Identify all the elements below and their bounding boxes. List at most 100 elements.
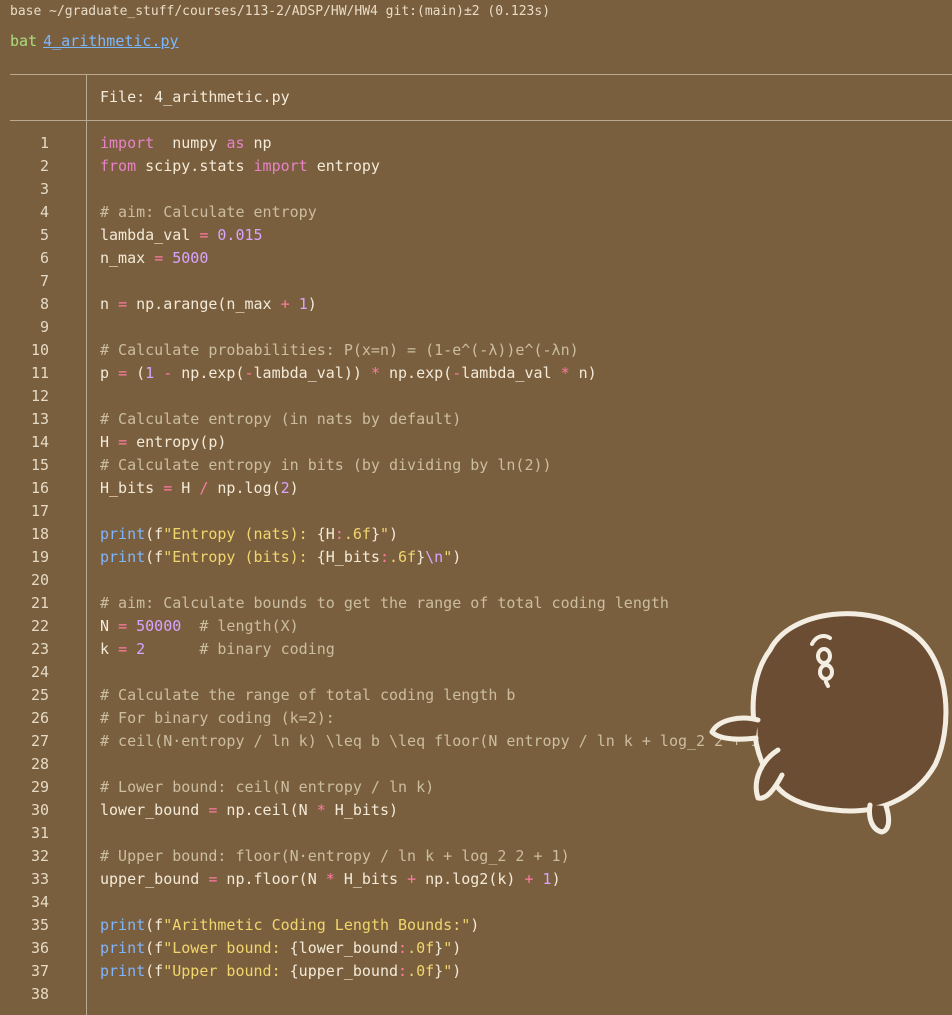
line-number: 9 <box>39 318 49 336</box>
code-token: numpy <box>154 134 227 152</box>
code-token: {lower_bound <box>289 939 399 957</box>
line-number: 28 <box>30 755 49 773</box>
code-line: 35 print(f"Arithmetic Coding Length Bound… <box>0 914 952 937</box>
code-token: H_bits <box>100 479 164 497</box>
code-line: 37 print(f"Upper bound: {upper_bound:.0f}… <box>0 960 952 983</box>
command-name: bat <box>10 32 38 50</box>
code-line: 8 n = np.arange(n_max + 1) <box>0 293 952 316</box>
code-token: # Calculate entropy (in nats by default) <box>100 410 462 428</box>
code-token: (f <box>145 962 164 980</box>
line-number: 37 <box>30 962 49 980</box>
code-token: .6f <box>389 548 417 566</box>
code-token: : <box>334 525 344 543</box>
code-text: k = 2 # binary coding <box>100 638 335 661</box>
line-number: 8 <box>39 295 49 313</box>
code-token: print <box>100 525 146 543</box>
code-token: lambda_val <box>461 364 561 382</box>
code-token: "Entropy (bits): <box>163 548 317 566</box>
code-token: N <box>100 617 119 635</box>
code-token: "Entropy (nats): <box>163 525 317 543</box>
code-token: print <box>100 548 146 566</box>
code-text: n = np.arange(n_max + 1) <box>100 293 317 316</box>
code-text: lambda_val = 0.015 <box>100 224 263 247</box>
code-token: H_bits) <box>325 801 399 819</box>
code-token: ) <box>289 479 299 497</box>
code-token: .0f <box>407 962 435 980</box>
code-token: upper_bound <box>100 870 209 888</box>
line-number: 12 <box>30 387 49 405</box>
line-number: 26 <box>30 709 49 727</box>
code-line: 1 import numpy as np <box>0 132 952 155</box>
code-token: - <box>163 364 173 382</box>
code-text: # aim: Calculate entropy <box>100 201 317 224</box>
code-text: # Calculate entropy (in nats by default) <box>100 408 461 431</box>
code-token: - <box>244 364 254 382</box>
code-token: # Upper bound: floor(N·entropy / ln k + … <box>100 847 570 865</box>
code-token: = <box>118 295 128 313</box>
code-token: lambda_val)) <box>253 364 371 382</box>
line-number: 24 <box>30 663 49 681</box>
line-number: 22 <box>30 617 49 635</box>
code-text: H_bits = H / np.log(2) <box>100 477 299 500</box>
line-number: 35 <box>30 916 49 934</box>
line-number: 6 <box>39 249 49 267</box>
header-top-rule <box>10 74 952 75</box>
code-token: * <box>316 801 326 819</box>
code-token: from <box>100 157 137 175</box>
code-token: {upper_bound <box>289 962 399 980</box>
code-token: "Arithmetic Coding Length Bounds:" <box>163 916 471 934</box>
code-token: # Calculate entropy in bits (by dividing… <box>100 456 552 474</box>
code-line: 6 n_max = 5000 <box>0 247 952 270</box>
line-number: 7 <box>39 272 49 290</box>
line-number: 2 <box>39 157 49 175</box>
code-token: ) <box>452 939 462 957</box>
code-line: 7 <box>0 270 952 293</box>
code-token: \n <box>425 548 444 566</box>
line-number: 5 <box>39 226 49 244</box>
code-text: # ceil(N·entropy / ln k) \leq b \leq flo… <box>100 730 768 753</box>
code-line: 20 <box>0 569 952 592</box>
code-line: 13 # Calculate entropy (in nats by defaul… <box>0 408 952 431</box>
code-token: 2 <box>136 640 146 658</box>
code-line: 19 print(f"Entropy (bits): {H_bits:.6f}\n… <box>0 546 952 569</box>
line-number: 27 <box>30 732 49 750</box>
code-token: ) <box>389 525 399 543</box>
code-token: " <box>379 525 389 543</box>
line-number: 33 <box>30 870 49 888</box>
code-token: 1 <box>298 295 308 313</box>
code-text: import numpy as np <box>100 132 272 155</box>
code-text: from scipy.stats import entropy <box>100 155 380 178</box>
command-filename-link[interactable]: 4_arithmetic.py <box>43 32 178 50</box>
code-token: 2 <box>280 479 290 497</box>
mascot-sticker <box>709 611 949 835</box>
header-bottom-rule <box>10 120 952 121</box>
line-number: 31 <box>30 824 49 842</box>
command-line: bat 4_arithmetic.py <box>10 32 179 50</box>
code-line: 34 <box>0 891 952 914</box>
code-token: (f <box>145 916 164 934</box>
code-token: = <box>118 364 128 382</box>
line-number: 4 <box>39 203 49 221</box>
code-token: 1 <box>542 870 552 888</box>
code-token: " <box>443 939 453 957</box>
code-token: # aim: Calculate entropy <box>100 203 317 221</box>
code-token: np.log2(k) <box>416 870 525 888</box>
code-token: 0.015 <box>217 226 263 244</box>
code-line: 14 H = entropy(p) <box>0 431 952 454</box>
line-number: 38 <box>30 985 49 1003</box>
line-number: 16 <box>30 479 49 497</box>
line-number: 10 <box>30 341 49 359</box>
line-number: 19 <box>30 548 49 566</box>
code-view: 1 import numpy as np 2 from scipy.stats imp… <box>0 132 952 1006</box>
code-token: + <box>280 295 290 313</box>
code-token: n_max <box>100 249 155 267</box>
code-token: ) <box>551 870 561 888</box>
code-token: n <box>100 295 119 313</box>
code-line: 2 from scipy.stats import entropy <box>0 155 952 178</box>
code-token: p <box>100 364 119 382</box>
code-token: scipy.stats <box>136 157 254 175</box>
code-text: # Upper bound: floor(N·entropy / ln k + … <box>100 845 570 868</box>
